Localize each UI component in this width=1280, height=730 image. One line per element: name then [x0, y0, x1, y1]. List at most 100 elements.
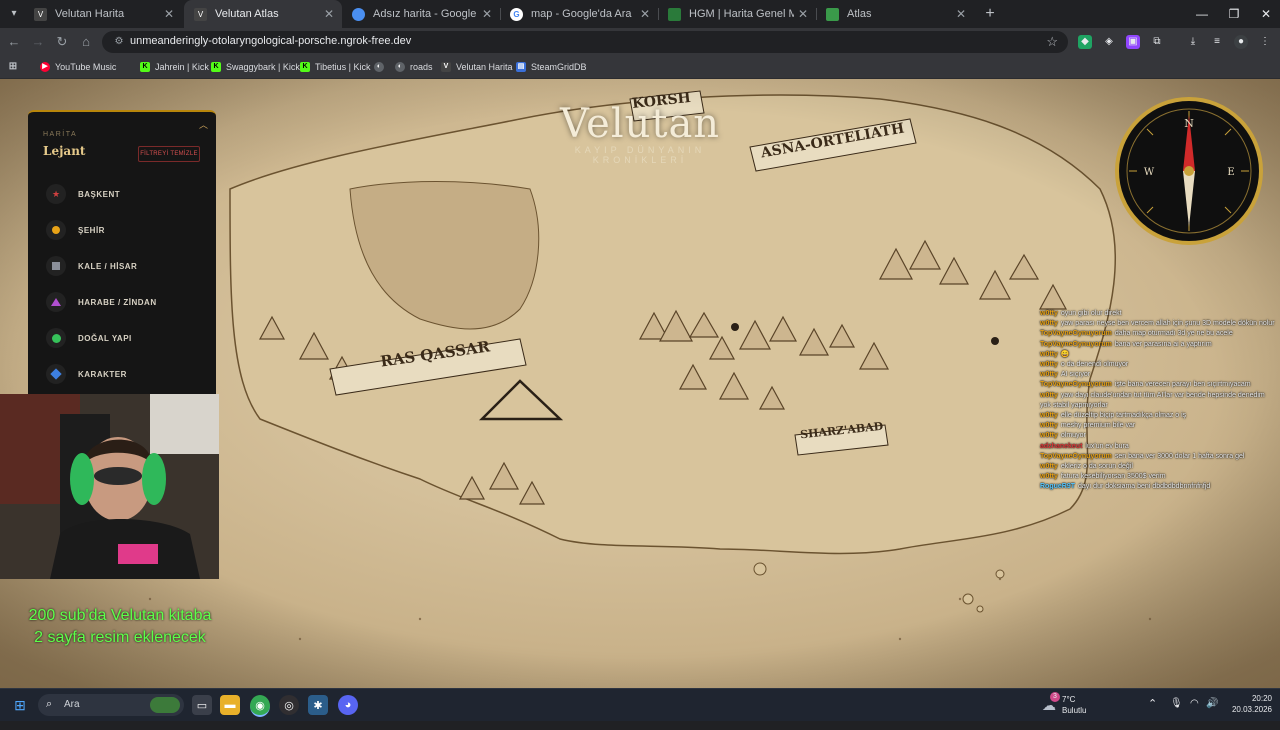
- profile-avatar[interactable]: ●: [1234, 35, 1248, 49]
- diamond-extension-icon[interactable]: ◈: [1102, 35, 1116, 49]
- task-view-icon[interactable]: ▭: [192, 695, 212, 715]
- chat-username[interactable]: adzhanekeut: [1040, 443, 1082, 450]
- network-app-icon[interactable]: ✱: [308, 695, 328, 715]
- reload-button[interactable]: ↻: [52, 32, 72, 52]
- close-tab-icon[interactable]: ✕: [160, 7, 178, 21]
- chat-username[interactable]: RogueR9T: [1040, 483, 1075, 490]
- chat-username[interactable]: w0tty: [1040, 361, 1058, 368]
- tab-google-search[interactable]: G map - Google'da Ara ✕: [500, 0, 658, 28]
- bookmark-star-icon[interactable]: ☆: [1046, 34, 1058, 50]
- close-tab-icon[interactable]: ✕: [478, 7, 496, 21]
- google-icon: G: [510, 7, 523, 21]
- kick-icon: K: [211, 62, 221, 72]
- new-tab-button[interactable]: +: [980, 4, 1000, 24]
- bookmark-steamgriddb[interactable]: ▤ SteamGridDB: [516, 60, 587, 74]
- file-explorer-icon[interactable]: ▬: [220, 695, 240, 715]
- site-info-icon[interactable]: ⚙: [112, 35, 126, 49]
- tray-chevron-icon[interactable]: ⌃: [1148, 697, 1157, 729]
- legend-item-ruin[interactable]: HARABE / ZİNDAN: [46, 291, 157, 313]
- compass-e: E: [1227, 167, 1234, 178]
- bookmark-jahrein-kick[interactable]: K Jahrein | Kick: [140, 60, 209, 74]
- bookmark-youtube-music[interactable]: ▶ YouTube Music: [40, 60, 116, 74]
- volume-icon[interactable]: 🔊: [1206, 698, 1218, 730]
- chat-text: daha map oturmadı 3d ye ne bu acele: [1114, 330, 1233, 338]
- chrome-icon[interactable]: ◉: [250, 695, 270, 717]
- chat-message: TopVayneOynuyorum sen bana ver 3000 dolar…: [1040, 452, 1276, 462]
- tab-atlas[interactable]: Atlas ✕: [816, 0, 974, 28]
- weather-widget[interactable]: ☁ 3 7°C Bulutlu: [1040, 689, 1100, 721]
- forward-button[interactable]: →: [28, 32, 48, 52]
- bookmark-globe[interactable]: ◐: [374, 60, 389, 74]
- chat-username[interactable]: TopVayneOynuyorum: [1040, 453, 1112, 460]
- discord-icon[interactable]: ◕: [338, 695, 358, 715]
- chat-message: w0tty meshy premium bile var: [1040, 421, 1276, 431]
- taskbar-search[interactable]: ⌕ Ara: [38, 694, 184, 716]
- chat-username[interactable]: TopVayneOynuyorum: [1040, 341, 1112, 348]
- chat-username[interactable]: w0tty: [1040, 473, 1058, 480]
- tab-velutan-atlas[interactable]: V Velutan Atlas ✕: [184, 0, 342, 28]
- download-icon[interactable]: ⤓: [1186, 35, 1200, 49]
- reading-list-icon[interactable]: ≡: [1210, 35, 1224, 49]
- close-tab-icon[interactable]: ✕: [636, 7, 654, 21]
- compass-icon: N W E: [1115, 97, 1263, 245]
- bookmark-roads[interactable]: ◐ roads: [395, 60, 433, 74]
- menu-kebab-icon[interactable]: ⋮: [1258, 35, 1272, 49]
- compass-rose[interactable]: N W E: [1115, 97, 1263, 245]
- back-button[interactable]: ←: [4, 32, 24, 52]
- legend-item-city[interactable]: ŞEHİR: [46, 219, 105, 241]
- legend-item-character[interactable]: KARAKTER: [46, 363, 127, 385]
- chat-username[interactable]: w0tty: [1040, 320, 1058, 327]
- minimize-button[interactable]: —: [1186, 0, 1218, 28]
- chat-username[interactable]: w0tty: [1040, 422, 1058, 429]
- chat-username[interactable]: w0tty: [1040, 371, 1058, 378]
- chat-message: w0tty AI sıçıyor: [1040, 370, 1276, 380]
- chat-username[interactable]: w0tty: [1040, 310, 1058, 317]
- tab-velutan-harita[interactable]: V Velutan Harita ✕: [24, 0, 182, 28]
- clear-filter-button[interactable]: FİLTREYİ TEMİZLE: [138, 146, 200, 162]
- microphone-icon[interactable]: 🎙: [1170, 698, 1183, 730]
- chat-username[interactable]: w0tty: [1040, 412, 1058, 419]
- shield-extension-icon[interactable]: ◆: [1078, 35, 1092, 49]
- apps-grid-icon[interactable]: ⊞: [8, 60, 23, 74]
- extensions-puzzle-icon[interactable]: ⧉: [1150, 35, 1164, 49]
- bookmark-velutan-harita[interactable]: V Velutan Harita: [441, 60, 513, 74]
- close-tab-icon[interactable]: ✕: [952, 7, 970, 21]
- chat-message: TopVayneOynuyorum işte bana verecen paray…: [1040, 380, 1276, 390]
- webcam-feed: [0, 394, 219, 579]
- legend-kicker: HARİTA: [43, 131, 78, 138]
- chat-message: adzhanekeut lux'un ev bura: [1040, 442, 1276, 452]
- obs-icon[interactable]: ◎: [279, 695, 299, 715]
- wifi-icon[interactable]: ◠: [1190, 698, 1199, 730]
- legend-item-capital[interactable]: ★ BAŞKENT: [46, 183, 120, 205]
- chat-message: w0tty yaw dayı claude'undan tut tüm AI'la…: [1040, 391, 1276, 411]
- legend-item-natural[interactable]: DOĞAL YAPI: [46, 327, 132, 349]
- compass-w: W: [1144, 167, 1155, 178]
- chat-username[interactable]: w0tty: [1040, 463, 1058, 470]
- bookmark-swaggybark-kick[interactable]: K Swaggybark | Kick: [211, 60, 300, 74]
- close-tab-icon[interactable]: ✕: [794, 7, 812, 21]
- chat-message: RogueR9T dayı dur doksiama beni dbdbdbdbn…: [1040, 482, 1276, 492]
- bookmark-tibetius-kick[interactable]: K Tibetius | Kick: [300, 60, 371, 74]
- chat-text: lux'un ev bura: [1085, 442, 1129, 450]
- twitch-extension-icon[interactable]: ▣: [1126, 35, 1140, 49]
- address-bar[interactable]: ⚙ unmeanderingly-otolaryngological-porsc…: [102, 31, 1068, 53]
- tab-hgm[interactable]: HGM | Harita Genel Müdürlüğü ✕: [658, 0, 816, 28]
- tab-google-earth[interactable]: Adsız harita - Google Earth ✕: [342, 0, 500, 28]
- chat-username[interactable]: TopVayneOynuyorum: [1040, 330, 1112, 337]
- clock[interactable]: 20:20 20.03.2026: [1226, 689, 1272, 721]
- chat-username[interactable]: w0tty: [1040, 351, 1058, 358]
- close-tab-icon[interactable]: ✕: [320, 7, 338, 21]
- chat-username[interactable]: w0tty: [1040, 392, 1058, 399]
- windows-start-icon[interactable]: ⊞: [10, 695, 30, 715]
- search-icon: ⌕: [46, 698, 53, 710]
- home-button[interactable]: ⌂: [76, 32, 96, 52]
- tab-search-icon[interactable]: ▾: [6, 6, 22, 22]
- chat-username[interactable]: TopVayneOynuyorum: [1040, 381, 1112, 388]
- chat-text: elle düzeltip biçip tartmadıkça olmaz o …: [1060, 412, 1187, 420]
- chat-username[interactable]: w0tty: [1040, 432, 1058, 439]
- maximize-button[interactable]: ❐: [1218, 0, 1250, 28]
- legend-item-castle[interactable]: KALE / HİSAR: [46, 255, 137, 277]
- close-window-button[interactable]: ✕: [1250, 0, 1280, 28]
- collapse-chevron-icon[interactable]: ︿: [199, 118, 208, 131]
- triangle-icon: [46, 292, 66, 312]
